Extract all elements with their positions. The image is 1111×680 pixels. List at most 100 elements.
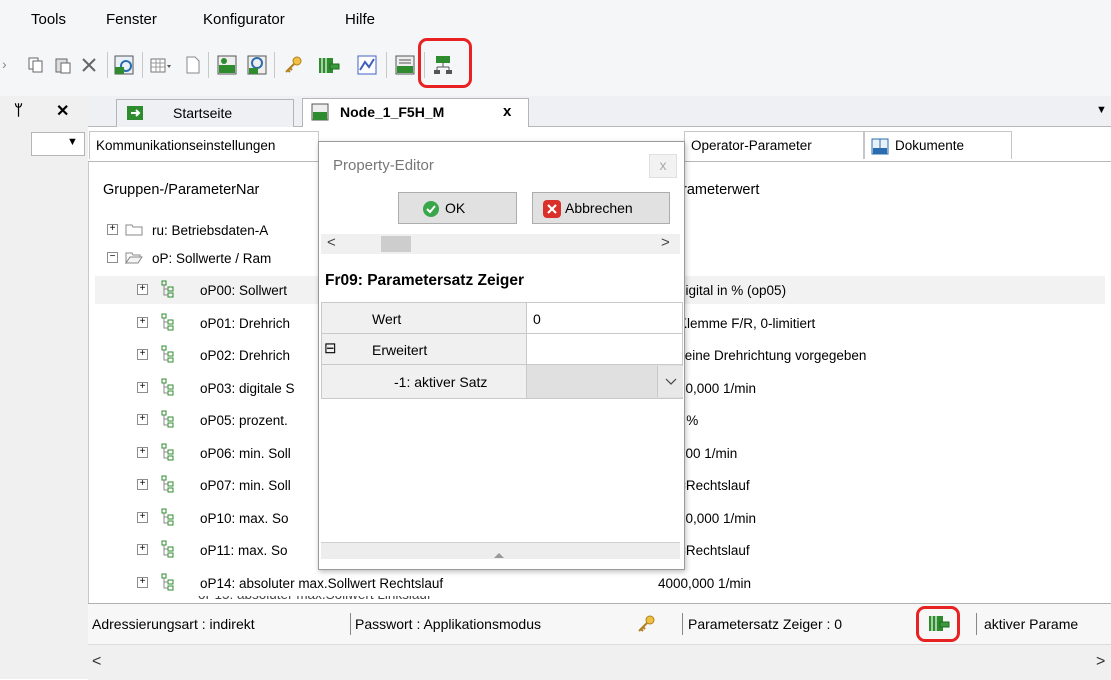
left-dock-panel: ᛘ ✕ ▼ [0, 96, 89, 679]
expand-icon[interactable]: + [137, 414, 148, 425]
delete-icon[interactable] [78, 54, 100, 76]
tab-overflow-icon[interactable]: ▼ [1096, 104, 1107, 116]
tab-kommunikationseinstellungen[interactable]: Kommunikationseinstellungen [89, 131, 319, 159]
expand-icon[interactable]: + [137, 479, 148, 490]
scroll-right-icon[interactable]: > [661, 234, 670, 251]
menu-tools[interactable]: Tools [31, 11, 66, 28]
scroll-left-icon[interactable]: < [92, 653, 101, 671]
tree-group-label: oP: Sollwerte / Ram [152, 251, 272, 266]
tab-startseite[interactable]: Startseite [116, 99, 294, 127]
tree-row-label: oP10: max. So [200, 511, 289, 526]
tree-row-value: 00,000 1/min [678, 381, 757, 396]
parameter-icon [161, 508, 175, 529]
keb-node-icon[interactable] [216, 54, 238, 76]
splitter-grip-icon [493, 547, 505, 562]
tree-row-value: 4000,000 1/min [658, 576, 752, 591]
column-header-value: rameterwert [682, 182, 760, 198]
expand-icon[interactable]: + [137, 577, 148, 588]
scroll-right-icon[interactable]: > [1096, 653, 1105, 671]
tree-row[interactable]: + oP14: absoluter max.Sollwert Rechtslauf… [95, 569, 1105, 597]
expand-icon[interactable]: + [137, 447, 148, 458]
status-parametersatz: Parametersatz Zeiger : 0 [688, 616, 843, 632]
property-label: Erweitert [372, 342, 428, 358]
collapse-icon[interactable]: − [107, 252, 118, 263]
tab-dokumente[interactable]: Dokumente [864, 131, 1012, 159]
dialog-scrollbar[interactable]: < > [321, 234, 680, 254]
tree-row-partial: oP15: absoluter max.Sollwert Linkslauf [95, 596, 1105, 602]
column-header-name: Gruppen-/ParameterNar [103, 182, 260, 198]
parameter-set-pointer-icon[interactable] [928, 613, 950, 636]
expand-icon[interactable]: + [137, 284, 148, 295]
start-icon [127, 106, 143, 123]
tree-row-value: =Rechtslauf [678, 543, 750, 558]
property-row-aktiver-satz: -1: aktiver Satz [321, 364, 527, 399]
copy-icon[interactable] [25, 54, 47, 76]
parameter-icon [161, 378, 175, 399]
menu-konfigurator[interactable]: Konfigurator [203, 11, 285, 28]
document-icon[interactable] [182, 54, 204, 76]
collapse-icon[interactable]: ⊟ [324, 334, 337, 364]
tree-row-label: oP02: Drehrich [200, 348, 291, 363]
tree-row-label: oP03: digitale S [200, 381, 295, 396]
key-icon[interactable] [282, 54, 304, 76]
expand-icon[interactable]: + [107, 224, 118, 235]
description-splitter[interactable] [321, 542, 680, 559]
property-editor-dialog: Property-Editor x OK Abbrechen < > Fr09:… [318, 141, 685, 570]
toolbar-overflow-icon[interactable]: › [2, 56, 7, 72]
toolbar: › [0, 38, 1111, 96]
keb-node-icon [311, 103, 329, 124]
parameter-icon [161, 573, 175, 594]
close-icon[interactable]: ✕ [56, 101, 69, 121]
tree-row-label: oP00: Sollwert [200, 283, 288, 298]
expand-icon[interactable]: + [137, 349, 148, 360]
keb-parameter-icon[interactable] [113, 54, 135, 76]
folder-open-icon [125, 250, 143, 267]
property-heading: Fr09: Parametersatz Zeiger [325, 272, 525, 289]
cancel-button[interactable]: Abbrechen [532, 192, 670, 224]
menu-bar: Tools Fenster Konfigurator Hilfe [0, 0, 1111, 38]
folder-icon [125, 222, 143, 239]
expand-icon[interactable]: + [137, 382, 148, 393]
menu-fenster[interactable]: Fenster [106, 11, 157, 28]
scroll-left-icon[interactable]: < [327, 234, 336, 251]
tree-row-label: oP14: absoluter max.Sollwert Rechtslauf [200, 576, 444, 591]
chevron-down-icon[interactable] [657, 366, 683, 397]
tab-node[interactable]: Node_1_F5H_M x [302, 98, 529, 128]
tree-row-label: oP06: min. Soll [200, 446, 291, 461]
tab-label: Startseite [173, 105, 233, 121]
parameter-icon [161, 540, 175, 561]
property-row-wert-label: Wert [321, 302, 527, 334]
aktiver-satz-select[interactable] [526, 364, 683, 399]
expand-icon[interactable]: + [137, 317, 148, 328]
expand-icon[interactable]: + [137, 544, 148, 555]
chart-icon[interactable] [356, 54, 378, 76]
close-icon[interactable]: x [503, 103, 511, 120]
tab-operator-parameter[interactable]: Operator-Parameter [684, 131, 864, 159]
expand-icon[interactable]: + [137, 512, 148, 523]
dock-dropdown[interactable]: ▼ [31, 132, 85, 156]
property-row-wert-value[interactable]: 0 [526, 302, 683, 334]
parameter-set-pointer-icon[interactable] [318, 54, 340, 76]
ok-button[interactable]: OK [398, 192, 517, 224]
tab-label: Dokumente [895, 138, 965, 153]
keb-network-icon[interactable] [432, 54, 454, 76]
property-label: Wert [372, 311, 402, 327]
status-passwort: Passwort : Applikationsmodus [355, 616, 541, 632]
grid-dropdown-icon[interactable] [150, 54, 172, 76]
keb-list-icon[interactable] [394, 54, 416, 76]
parameter-icon [161, 280, 175, 301]
check-icon [422, 200, 440, 221]
pin-icon[interactable]: ᛘ [14, 102, 23, 119]
cancel-label: Abbrechen [565, 200, 633, 216]
tree-row-value: digital in % (op05) [678, 283, 787, 298]
property-row-erweitert[interactable]: ⊟ Erweitert [321, 333, 527, 365]
tree-row-value: keine Drehrichtung vorgegeben [678, 348, 867, 363]
scroll-thumb[interactable] [381, 236, 411, 252]
menu-hilfe[interactable]: Hilfe [345, 11, 375, 28]
dialog-close-button[interactable]: x [649, 154, 677, 178]
cancel-icon [543, 200, 561, 221]
keb-search-icon[interactable] [246, 54, 268, 76]
tree-row-label: oP11: max. So [200, 543, 288, 558]
paste-icon[interactable] [52, 54, 74, 76]
horizontal-scrollbar[interactable]: < > [88, 644, 1111, 680]
